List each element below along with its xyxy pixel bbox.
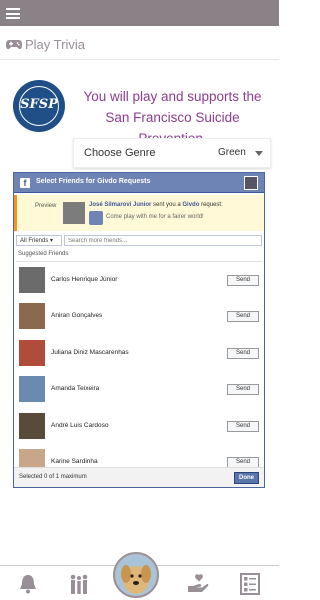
profile-avatar[interactable] [113,552,159,598]
preview-text: José Silmarovi Junior sent you a Givdo r… [89,202,223,208]
send-button[interactable]: Send [227,457,259,467]
page-title: Play Trivia [25,37,85,52]
app-name: Givdo [182,202,200,208]
friends-filter-select[interactable]: All Friends ▾ [16,235,62,246]
dog-icon [115,554,157,596]
friend-row: Carlos Henrique Júnior Send [14,263,264,299]
friend-name: Juliana Diniz Mascarenhas [51,349,129,356]
friend-avatar [19,340,45,366]
chevron-down-icon [255,151,263,156]
friend-row: André Luis Cardoso Send [14,409,264,445]
friend-avatar [19,376,45,402]
friend-row: Aniran Gonçalves Send [14,299,264,335]
friend-avatar [19,267,45,293]
family-icon[interactable] [67,572,91,596]
send-button[interactable]: Send [227,348,259,359]
preview-middle: sent you a [151,202,183,208]
dialog-header: f Select Friends for Givdo Requests [14,173,264,193]
cause-logo-text: SFSP [20,97,58,112]
send-button[interactable]: Send [227,421,259,432]
top-app-bar [0,0,279,26]
friend-name: Karine Sardinha [51,458,98,465]
friend-avatar [19,413,45,439]
friend-row: Amanda Teixeira Send [14,372,264,408]
genre-label: Choose Genre [84,147,156,159]
suggested-friends-label: Suggested Friends [18,251,69,257]
friend-row: Juliana Diniz Mascarenhas Send [14,336,264,372]
friend-search-input[interactable] [64,235,262,246]
facebook-request-dialog: f Select Friends for Givdo Requests Prev… [13,172,265,488]
page-header: Play Trivia [0,30,279,60]
preview-label: Preview [35,203,57,209]
user-avatar [244,176,258,190]
preview-message: Come play with me for a fairer world! [106,214,204,220]
sender-name: José Silmarovi Junior [89,202,152,208]
checklist-icon[interactable] [238,572,262,596]
heart-hand-icon[interactable] [186,572,210,596]
facebook-icon: f [20,178,30,188]
friend-name: Carlos Henrique Júnior [51,276,118,283]
bell-icon[interactable] [16,572,40,596]
app-gear-icon [89,211,103,225]
genre-select[interactable]: Choose Genre Green [73,138,271,168]
cause-logo: SFSP [13,80,65,132]
done-button[interactable]: Done [234,472,259,484]
divider [16,261,262,262]
friend-avatar [19,449,45,467]
friend-list: Carlos Henrique Júnior Send Aniran Gonça… [14,263,264,467]
send-button[interactable]: Send [227,384,259,395]
menu-icon[interactable] [6,8,20,19]
request-preview: Preview José Silmarovi Junior sent you a… [14,195,264,231]
send-button[interactable]: Send [227,275,259,286]
genre-value: Green [218,147,246,158]
selection-count: Selected 0 of 1 maximum [19,474,87,480]
preview-suffix: request: [199,202,223,208]
dialog-title: Select Friends for Givdo Requests [36,178,151,185]
friend-name: Amanda Teixeira [51,385,100,392]
friend-row: Karine Sardinha Send [14,445,264,467]
dialog-footer: Selected 0 of 1 maximum Done [14,467,264,487]
gamepad-icon [6,40,22,50]
sender-avatar [63,202,85,224]
friend-avatar [19,303,45,329]
send-button[interactable]: Send [227,311,259,322]
friend-name: André Luis Cardoso [51,422,109,429]
friend-name: Aniran Gonçalves [51,312,103,319]
